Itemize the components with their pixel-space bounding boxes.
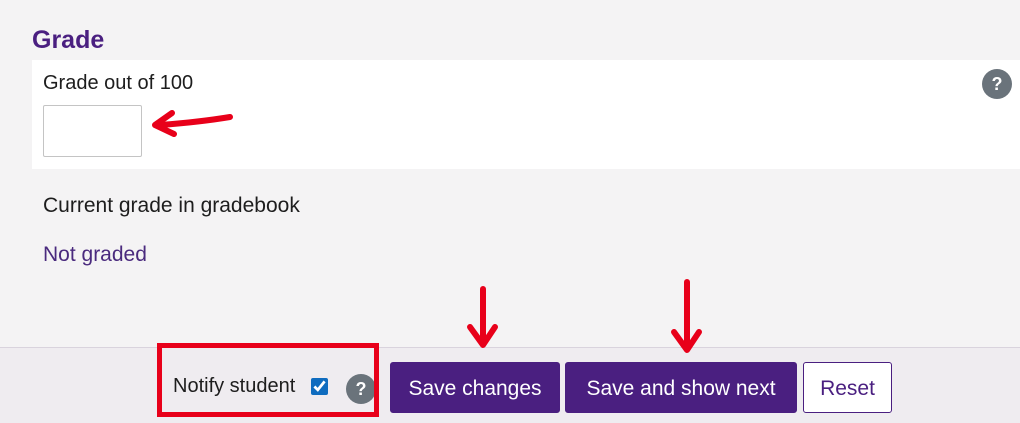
current-grade-value: Not graded [43, 243, 147, 266]
question-icon[interactable]: ? [982, 69, 1012, 99]
grade-panel: Grade out of 100 ? [32, 60, 1020, 169]
grade-label: Grade out of 100 [43, 72, 194, 94]
save-and-show-next-button[interactable]: Save and show next [565, 362, 797, 413]
grade-input[interactable] [43, 105, 142, 157]
grading-page: Grade Grade out of 100 ? Current grade i… [0, 0, 1020, 423]
current-grade-label: Current grade in gradebook [43, 194, 300, 217]
section-title: Grade [32, 26, 105, 54]
reset-button[interactable]: Reset [803, 362, 892, 413]
notify-highlight-box [157, 343, 379, 417]
save-changes-button[interactable]: Save changes [390, 362, 560, 413]
